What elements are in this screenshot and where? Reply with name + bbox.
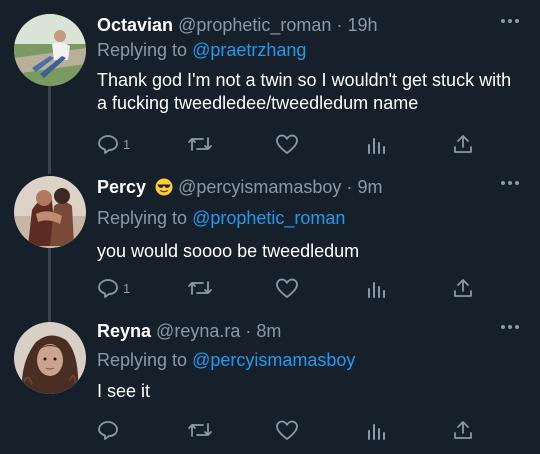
- tweet-header: Octavian @prophetic_roman · 19h: [97, 15, 378, 36]
- reply-count: 1: [123, 136, 131, 152]
- tweet[interactable]: Reyna @reyna.ra · 8m Replying to @percyi…: [0, 306, 540, 454]
- timestamp[interactable]: 9m: [357, 177, 382, 197]
- share-icon: [454, 135, 472, 153]
- analytics-icon: [368, 424, 385, 440]
- action-bar: 1: [97, 132, 477, 156]
- reply-icon: [98, 135, 118, 154]
- reply-button[interactable]: 1: [97, 276, 130, 300]
- like-button[interactable]: [275, 132, 299, 156]
- mention-link[interactable]: @prophetic_roman: [192, 208, 345, 228]
- timestamp[interactable]: 19h: [347, 15, 377, 35]
- replying-to-label: Replying to: [97, 350, 188, 370]
- separator: ·: [245, 321, 252, 341]
- retweet-icon: [188, 423, 212, 437]
- timestamp[interactable]: 8m: [256, 321, 281, 341]
- analytics-button[interactable]: [365, 276, 387, 300]
- display-name[interactable]: Octavian: [97, 15, 173, 35]
- retweet-icon: [188, 137, 212, 151]
- share-icon: [454, 421, 472, 439]
- smiling-face-with-sunglasses-icon: [155, 178, 173, 196]
- more-options-icon[interactable]: [500, 179, 520, 187]
- user-handle[interactable]: @reyna.ra: [156, 321, 240, 341]
- user-handle[interactable]: @prophetic_roman: [178, 15, 331, 35]
- display-name[interactable]: Percy: [97, 177, 146, 197]
- replying-to-label: Replying to: [97, 40, 188, 60]
- like-button[interactable]: [275, 418, 299, 442]
- avatar[interactable]: [14, 14, 86, 86]
- user-handle[interactable]: @percyismamasboy: [178, 177, 341, 197]
- tweet-text: I see it: [97, 381, 151, 401]
- retweet-button[interactable]: [187, 132, 213, 156]
- tweet[interactable]: Percy @percyismamasboy · 9m Replying to …: [0, 162, 540, 312]
- share-button[interactable]: [452, 418, 474, 442]
- display-name[interactable]: Reyna: [97, 321, 151, 341]
- retweet-button[interactable]: [187, 418, 213, 442]
- more-options-icon[interactable]: [500, 17, 520, 25]
- heart-icon: [276, 278, 298, 298]
- replying-to: Replying to @percyismamasboy: [97, 350, 355, 371]
- reply-button[interactable]: 1: [97, 132, 130, 156]
- action-bar: [97, 418, 477, 442]
- reply-icon: [98, 421, 118, 440]
- replying-to: Replying to @prophetic_roman: [97, 208, 345, 229]
- separator: ·: [336, 15, 343, 35]
- share-button[interactable]: [452, 132, 474, 156]
- separator: ·: [346, 177, 353, 197]
- analytics-button[interactable]: [365, 132, 387, 156]
- tweet-header: Percy @percyismamasboy · 9m: [97, 177, 382, 198]
- heart-icon: [276, 134, 298, 154]
- replying-to-label: Replying to: [97, 208, 188, 228]
- share-icon: [454, 279, 472, 297]
- reply-count: 1: [123, 280, 131, 296]
- analytics-icon: [368, 138, 385, 154]
- replying-to: Replying to @praetrzhang: [97, 40, 306, 61]
- retweet-button[interactable]: [187, 276, 213, 300]
- tweet-text: Thank god I'm not a twin so I wouldn't g…: [97, 70, 512, 113]
- analytics-button[interactable]: [365, 418, 387, 442]
- like-button[interactable]: [275, 276, 299, 300]
- tweet[interactable]: Octavian @prophetic_roman · 19h Replying…: [0, 0, 540, 160]
- retweet-icon: [188, 281, 212, 295]
- mention-link[interactable]: @praetrzhang: [192, 40, 306, 60]
- avatar[interactable]: [14, 176, 86, 248]
- heart-icon: [276, 420, 298, 440]
- mention-link[interactable]: @percyismamasboy: [192, 350, 355, 370]
- reply-icon: [98, 279, 118, 298]
- more-options-icon[interactable]: [500, 323, 520, 331]
- avatar[interactable]: [14, 322, 86, 394]
- share-button[interactable]: [452, 276, 474, 300]
- tweet-header: Reyna @reyna.ra · 8m: [97, 321, 281, 342]
- reply-button[interactable]: [97, 418, 123, 442]
- analytics-icon: [368, 282, 385, 298]
- tweet-text: you would soooo be tweedledum: [97, 241, 360, 261]
- action-bar: 1: [97, 276, 477, 300]
